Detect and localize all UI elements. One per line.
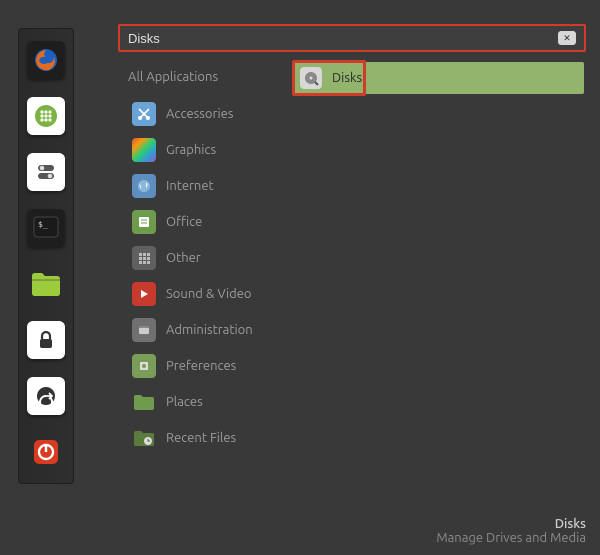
scissors-icon <box>136 106 152 122</box>
book-icon <box>137 215 151 229</box>
favorite-apps[interactable] <box>27 97 65 135</box>
app-description-subtitle: Manage Drives and Media <box>436 531 586 545</box>
clear-search-button[interactable]: ✕ <box>558 31 576 45</box>
category-label: Internet <box>166 179 214 193</box>
play-icon <box>137 287 151 301</box>
apps-grid-icon <box>34 104 58 128</box>
category-recent-files[interactable]: Recent Files <box>128 422 288 454</box>
search-field-highlight: ✕ <box>118 24 586 52</box>
files-icon <box>30 270 62 298</box>
category-other[interactable]: Other <box>128 242 288 274</box>
favorite-firefox[interactable] <box>27 41 65 79</box>
result-label: Disks <box>332 71 362 85</box>
globe-icon <box>136 178 152 194</box>
category-label: Preferences <box>166 359 236 373</box>
category-accessories[interactable]: Accessories <box>128 98 288 130</box>
favorites-panel: $_ <box>18 28 74 484</box>
rainbow-icon <box>144 150 145 151</box>
folder-icon <box>133 393 155 411</box>
grid-icon <box>137 251 151 265</box>
backspace-x-icon: ✕ <box>563 33 571 44</box>
terminal-icon: $_ <box>32 214 60 242</box>
category-graphics[interactable]: Graphics <box>128 134 288 166</box>
category-internet[interactable]: Internet <box>128 170 288 202</box>
favorite-terminal[interactable]: $_ <box>27 209 65 247</box>
category-label: Other <box>166 251 201 265</box>
disks-icon <box>300 67 322 89</box>
category-label: Sound & Video <box>166 287 252 301</box>
prefs-icon <box>137 359 151 373</box>
category-label: Graphics <box>166 143 216 157</box>
toggle-icon <box>35 161 57 183</box>
folder-clock-icon <box>133 429 155 447</box>
favorite-power[interactable] <box>27 433 65 471</box>
logout-icon <box>35 385 57 407</box>
category-label: Administration <box>166 323 253 337</box>
favorite-logout[interactable] <box>27 377 65 415</box>
favorite-switch[interactable] <box>27 153 65 191</box>
power-icon <box>32 438 60 466</box>
category-list: Accessories Graphics Internet Office Oth… <box>128 98 288 454</box>
category-sound-video[interactable]: Sound & Video <box>128 278 288 310</box>
lock-icon <box>36 330 56 350</box>
favorite-files[interactable] <box>27 265 65 303</box>
category-label: Recent Files <box>166 431 236 445</box>
category-places[interactable]: Places <box>128 386 288 418</box>
admin-icon <box>137 323 151 337</box>
category-office[interactable]: Office <box>128 206 288 238</box>
category-label: Office <box>166 215 202 229</box>
category-label: Places <box>166 395 203 409</box>
favorite-lock[interactable] <box>27 321 65 359</box>
category-label: Accessories <box>166 107 233 121</box>
result-disks[interactable]: Disks <box>294 62 584 94</box>
search-input[interactable] <box>128 31 558 46</box>
app-description-title: Disks <box>436 517 586 531</box>
search-results: Disks <box>294 62 584 94</box>
app-description: Disks Manage Drives and Media <box>436 517 586 545</box>
category-preferences[interactable]: Preferences <box>128 350 288 382</box>
all-applications-label: All Applications <box>128 70 218 84</box>
category-administration[interactable]: Administration <box>128 314 288 346</box>
firefox-icon <box>33 47 59 73</box>
svg-text:$_: $_ <box>38 220 48 229</box>
